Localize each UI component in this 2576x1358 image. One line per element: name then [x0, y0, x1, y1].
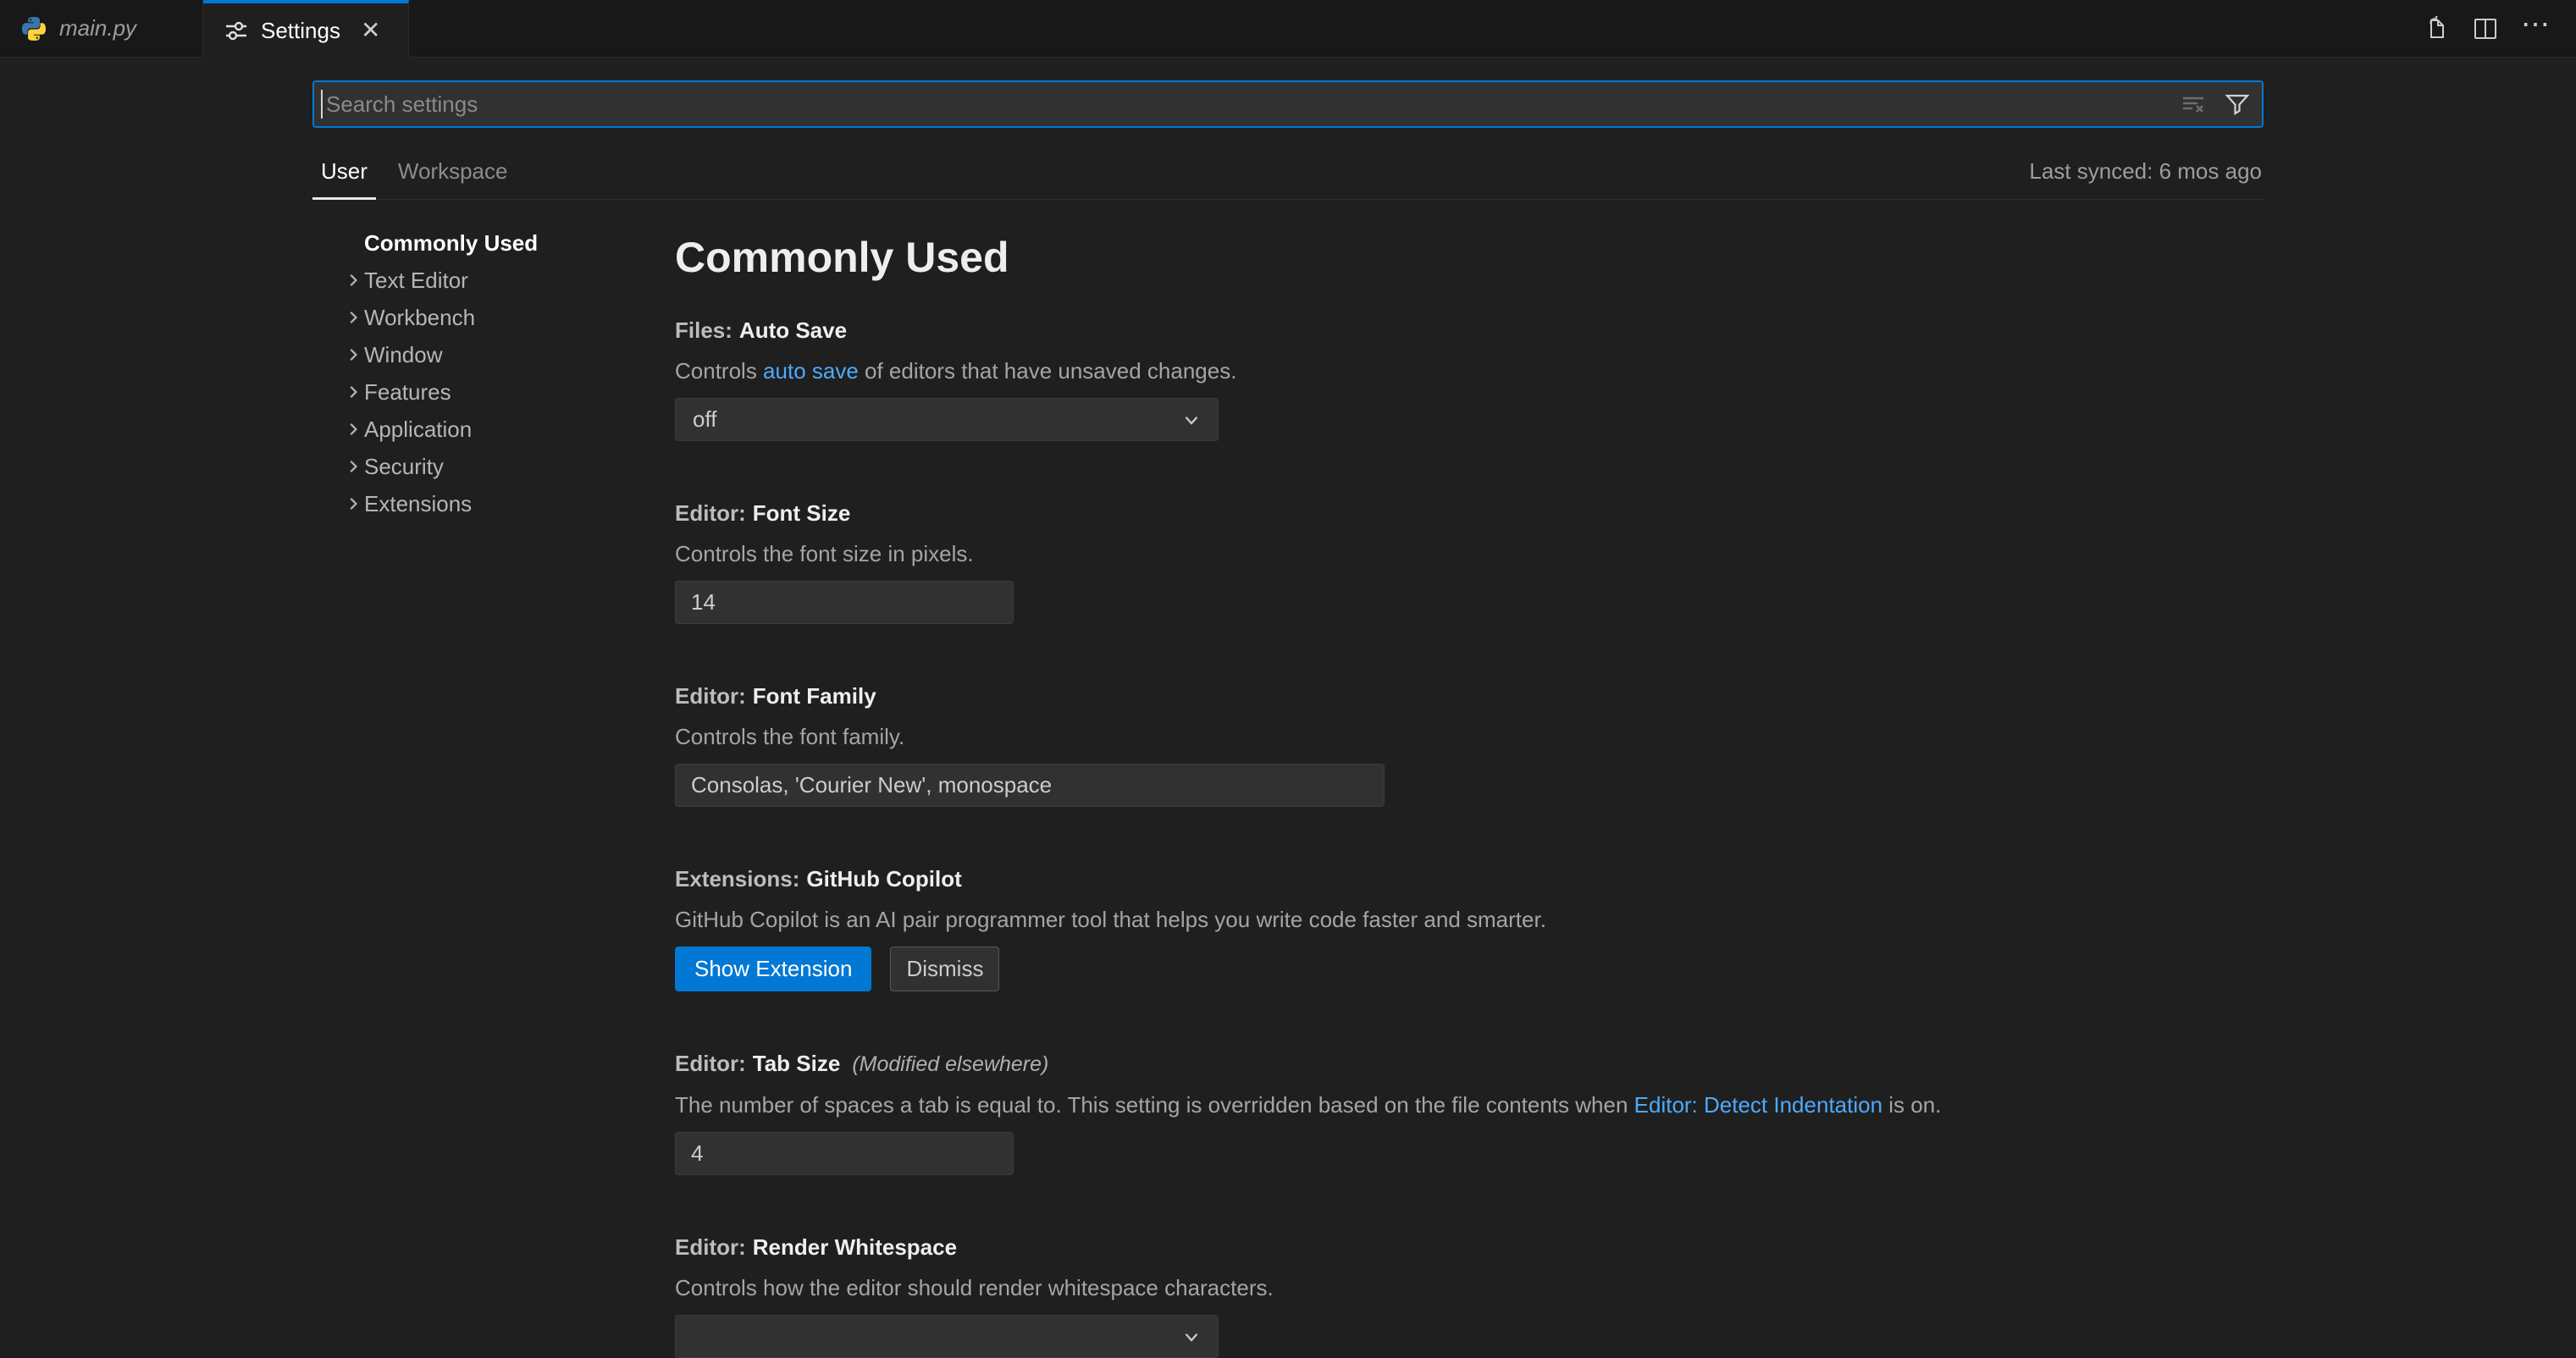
settings-content: Commonly Used Files:Auto Save Controls a…: [675, 232, 2030, 1358]
chevron-right-icon: [341, 344, 364, 367]
setting-label: Extensions:GitHub Copilot: [675, 864, 2030, 893]
setting-description: GitHub Copilot is an AI pair programmer …: [675, 905, 2030, 934]
setting-editor-tab-size: Editor:Tab Size(Modified elsewhere) The …: [675, 1049, 2030, 1175]
auto-save-link[interactable]: auto save: [763, 358, 859, 384]
tab-user-settings[interactable]: User: [312, 144, 376, 199]
setting-description: The number of spaces a tab is equal to. …: [675, 1090, 2030, 1119]
tab-settings[interactable]: Settings ✕: [203, 0, 409, 58]
setting-editor-font-family: Editor:Font Family Controls the font fam…: [675, 682, 2030, 807]
toc-item-commonly-used[interactable]: Commonly Used: [341, 224, 655, 262]
settings-scope-row: User Workspace Last synced: 6 mos ago: [312, 144, 2264, 200]
page-title: Commonly Used: [675, 232, 2030, 283]
open-settings-json-icon[interactable]: [2420, 14, 2449, 43]
show-extension-button[interactable]: Show Extension: [675, 947, 871, 991]
copilot-actions: Show Extension Dismiss: [675, 947, 2030, 991]
chevron-down-icon: [1180, 1326, 1202, 1348]
chevron-right-icon: [341, 306, 364, 329]
close-tab-icon[interactable]: ✕: [361, 19, 380, 42]
setting-editor-font-size: Editor:Font Size Controls the font size …: [675, 499, 2030, 624]
setting-label: Editor:Font Size: [675, 499, 2030, 527]
settings-search-box[interactable]: [312, 80, 2264, 128]
toc-item-workbench[interactable]: Workbench: [341, 299, 655, 336]
settings-sliders-icon: [224, 18, 249, 43]
chevron-right-icon: [341, 493, 364, 516]
toc-item-text-editor[interactable]: Text Editor: [341, 262, 655, 299]
editor-tab-bar: main.py Settings ✕: [0, 0, 2576, 58]
chevron-right-icon: [341, 418, 364, 441]
filter-settings-icon[interactable]: [2225, 91, 2250, 117]
detect-indentation-link[interactable]: Editor: Detect Indentation: [1634, 1092, 1882, 1118]
chevron-right-icon: [341, 269, 364, 292]
setting-description: Controls auto save of editors that have …: [675, 356, 2030, 385]
auto-save-select[interactable]: off: [675, 398, 1219, 441]
tab-label: Settings: [261, 18, 340, 44]
setting-files-auto-save: Files:Auto Save Controls auto save of ed…: [675, 316, 2030, 441]
toc-item-window[interactable]: Window: [341, 336, 655, 373]
setting-description: Controls the font size in pixels.: [675, 539, 2030, 568]
setting-label: Editor:Font Family: [675, 682, 2030, 710]
font-family-input[interactable]: [675, 764, 1385, 807]
tab-label: main.py: [59, 15, 136, 41]
tab-main-py[interactable]: main.py: [0, 0, 203, 57]
clear-settings-search-icon[interactable]: [2181, 91, 2206, 117]
toc-item-extensions[interactable]: Extensions: [341, 485, 655, 522]
tab-workspace-settings[interactable]: Workspace: [390, 144, 517, 199]
setting-description: Controls the font family.: [675, 722, 2030, 751]
font-size-input[interactable]: [675, 581, 1014, 624]
setting-label: Editor:Tab Size(Modified elsewhere): [675, 1049, 2030, 1079]
python-icon: [20, 15, 47, 42]
settings-toc: Commonly Used Text Editor Workbench Wind…: [341, 224, 655, 522]
split-editor-icon[interactable]: [2471, 14, 2500, 43]
toc-item-security[interactable]: Security: [341, 448, 655, 485]
toc-item-application[interactable]: Application: [341, 411, 655, 448]
search-actions: [2181, 91, 2262, 117]
setting-description: Controls how the editor should render wh…: [675, 1273, 2030, 1302]
setting-label: Editor:Render Whitespace: [675, 1233, 2030, 1261]
last-synced-status: Last synced: 6 mos ago: [2029, 158, 2264, 185]
chevron-right-icon: [341, 381, 364, 404]
render-whitespace-select[interactable]: [675, 1315, 1219, 1358]
chevron-down-icon: [1180, 409, 1202, 431]
editor-actions: ⋯: [2420, 0, 2551, 57]
toc-item-features[interactable]: Features: [341, 373, 655, 411]
more-actions-icon[interactable]: ⋯: [2522, 10, 2551, 47]
search-input[interactable]: [323, 82, 2181, 126]
dismiss-button[interactable]: Dismiss: [890, 947, 999, 991]
modified-elsewhere-note: (Modified elsewhere): [852, 1052, 1048, 1076]
setting-editor-render-whitespace: Editor:Render Whitespace Controls how th…: [675, 1233, 2030, 1358]
setting-label: Files:Auto Save: [675, 316, 2030, 345]
setting-extensions-github-copilot: Extensions:GitHub Copilot GitHub Copilot…: [675, 864, 2030, 991]
tab-size-input[interactable]: [675, 1132, 1014, 1175]
chevron-right-icon: [341, 455, 364, 478]
